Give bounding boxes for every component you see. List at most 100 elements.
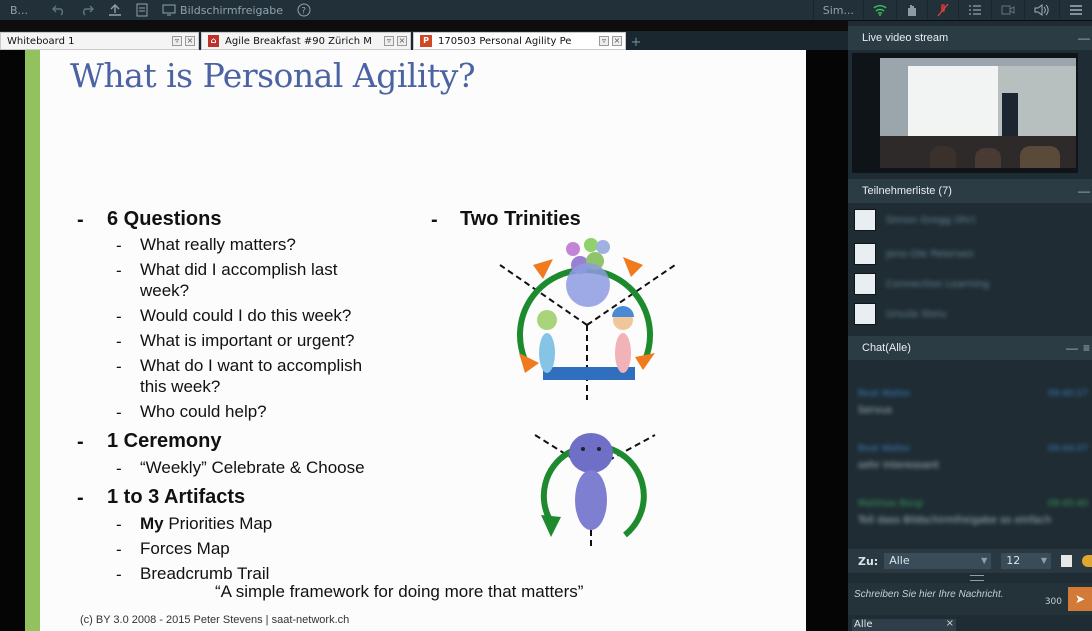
speaker-icon[interactable]: [1024, 0, 1059, 20]
tab-personal-agility[interactable]: P 170503 Personal Agility Pe ▿ ×: [413, 32, 626, 50]
artifact-priorities: Priorities Map: [163, 514, 273, 533]
screen-share-label: Bildschirmfreigabe: [180, 3, 283, 17]
chat-time: 09:40:27: [1047, 389, 1088, 399]
participant-row[interactable]: Simon Gregg (Ihr): [854, 205, 1092, 235]
chat-message: Beat Walter 09:40:27 Servus: [858, 389, 1088, 416]
avatar: [854, 273, 876, 295]
slide-title: What is Personal Agility?: [70, 56, 476, 95]
chat-tab-alle[interactable]: Alle ×: [852, 618, 956, 631]
bullet-dash: -: [77, 487, 84, 509]
ceremony-item: “Weekly” Celebrate & Choose: [140, 458, 365, 477]
avatar: [854, 209, 876, 231]
avatar: [854, 243, 876, 265]
font-size-select[interactable]: 12 ▼: [1001, 553, 1052, 569]
top-toolbar: B... Bildschirmfreigabe ? Sim...: [0, 0, 1092, 20]
bullet-dash: -: [116, 540, 122, 559]
trinity-team-illustration: [499, 238, 676, 400]
tab-agile-breakfast[interactable]: ⌂ Agile Breakfast #90 Zürich M ▿ ×: [201, 32, 411, 50]
live-video-stream[interactable]: [852, 53, 1078, 173]
chevron-down-icon: ▼: [981, 556, 988, 565]
bullet-dash: -: [77, 431, 84, 453]
chevron-down-icon[interactable]: ▿: [172, 36, 182, 46]
participants-panel-title: Teilnehmerliste (7): [862, 185, 952, 197]
artifact-item: My Priorities Map: [140, 514, 272, 534]
chat-message: Matthias Bürgi 09:45:40 Toll dass Bildsch…: [858, 499, 1088, 526]
close-icon[interactable]: ×: [946, 618, 954, 629]
document-tab-bar: Whiteboard 1 ▿ × ⌂ Agile Breakfast #90 Z…: [0, 31, 848, 50]
resize-handle[interactable]: [970, 575, 984, 581]
bullet-dash: -: [116, 515, 122, 534]
chat-text: Servus: [858, 405, 893, 416]
sim-menu[interactable]: Sim...: [812, 0, 863, 20]
bullet-dash: -: [116, 565, 122, 584]
artifacts-heading: 1 to 3 Artifacts: [107, 486, 246, 508]
bullet-dash: -: [116, 403, 122, 422]
minimize-icon[interactable]: —: [1078, 26, 1090, 50]
app-menu-button[interactable]: B...: [0, 0, 35, 20]
chat-author: Matthias Bürgi 09:45:40: [858, 499, 1088, 509]
minimize-icon[interactable]: —: [1078, 179, 1090, 203]
screen-share-button[interactable]: Bildschirmfreigabe: [155, 0, 290, 20]
recipient-select[interactable]: Alle ▼: [884, 553, 992, 569]
question-item: What really matters?: [140, 235, 296, 254]
redo-icon[interactable]: [73, 0, 101, 20]
chat-text: Toll dass Bildschirmfreigabe so einfach: [858, 515, 1052, 526]
minimize-icon[interactable]: —: [1066, 336, 1078, 360]
bullet-dash: -: [116, 236, 122, 255]
close-icon[interactable]: ×: [612, 36, 622, 46]
undo-icon[interactable]: [45, 0, 73, 20]
mic-muted-icon[interactable]: [927, 0, 958, 20]
chat-menu-icon[interactable]: ≡: [1083, 336, 1090, 360]
powerpoint-icon: P: [420, 35, 432, 47]
pdf-icon: ⌂: [208, 35, 219, 47]
avatar: [854, 303, 876, 325]
send-icon[interactable]: ➤: [1068, 587, 1092, 611]
trinities-heading: Two Trinities: [460, 208, 581, 230]
main-menu-icon[interactable]: [1059, 0, 1092, 20]
participant-row[interactable]: Ursula Steiu: [854, 299, 1092, 329]
chevron-down-icon: ▼: [1040, 556, 1048, 565]
video-frame: [880, 58, 1076, 168]
upload-icon[interactable]: [101, 0, 129, 20]
chat-message: Beat Walter 09:44:07 sehr interessant: [858, 444, 1088, 471]
chat-message-input[interactable]: Schreiben Sie hier Ihre Nachricht. 300 ➤: [848, 583, 1092, 615]
chevron-down-icon[interactable]: ▿: [599, 36, 609, 46]
slide-footer: (c) BY 3.0 2008 - 2015 Peter Stevens | s…: [80, 614, 350, 626]
video-panel-header[interactable]: Live video stream —: [848, 26, 1092, 50]
chat-panel-header[interactable]: Chat(Alle) — ≡: [848, 336, 1092, 360]
char-counter: 300: [1044, 597, 1062, 607]
question-item: What do I want to accomplish: [140, 356, 363, 375]
sim-label: Sim...: [822, 3, 854, 17]
add-tab-button[interactable]: +: [630, 36, 642, 50]
presentation-area: What is Personal Agility? - 6 Questions …: [0, 50, 848, 631]
monitor-icon: [162, 4, 176, 16]
help-icon[interactable]: ?: [290, 0, 318, 20]
recipient-label: Zu:: [858, 554, 879, 568]
wifi-icon[interactable]: [863, 0, 896, 20]
chevron-down-icon[interactable]: ▿: [384, 36, 394, 46]
slide-accent-bar: [25, 50, 40, 631]
camera-icon[interactable]: [991, 0, 1024, 20]
emoji-icon[interactable]: [1082, 555, 1092, 567]
recipient-value: Alle: [889, 554, 910, 567]
raise-hand-icon[interactable]: [896, 0, 927, 20]
tab-whiteboard[interactable]: Whiteboard 1 ▿ ×: [0, 32, 199, 50]
question-item: Who could help?: [140, 402, 267, 421]
participants-panel-header[interactable]: Teilnehmerliste (7) —: [848, 179, 1092, 203]
private-checkbox[interactable]: [1061, 555, 1073, 567]
close-icon[interactable]: ×: [185, 36, 195, 46]
question-item: Would could I do this week?: [140, 306, 352, 325]
bullet-dash: -: [116, 357, 122, 376]
chat-time: 09:45:40: [1047, 499, 1088, 509]
tab-label: 170503 Personal Agility Pe: [438, 35, 572, 47]
participant-row[interactable]: Jens-Ole Petersen: [854, 239, 1092, 269]
app-menu-label: B...: [10, 3, 29, 17]
font-size-value: 12: [1006, 554, 1021, 567]
question-item: week?: [140, 281, 190, 300]
slide-tagline: “A simple framework for doing more that …: [215, 582, 584, 601]
document-icon[interactable]: [129, 0, 155, 20]
ceremony-heading: 1 Ceremony: [107, 430, 222, 452]
close-icon[interactable]: ×: [397, 36, 407, 46]
participant-row[interactable]: Connection Learning: [854, 269, 1092, 299]
list-icon[interactable]: [958, 0, 991, 20]
